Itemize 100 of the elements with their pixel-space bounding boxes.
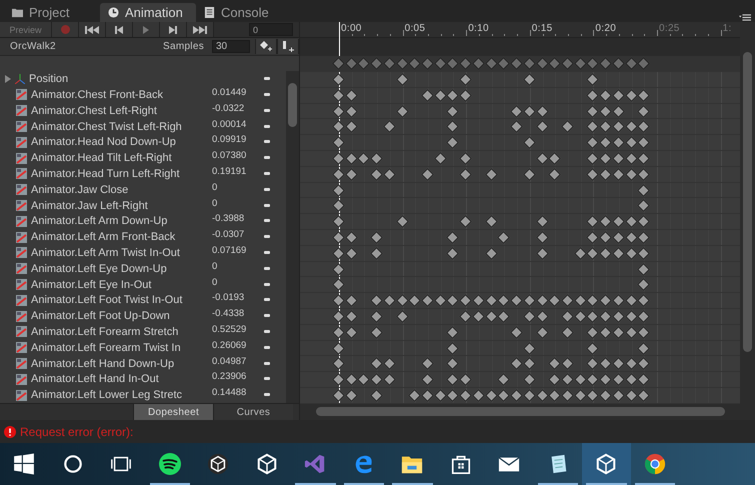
summary-keyframe[interactable] — [446, 57, 460, 70]
keyframe[interactable] — [536, 310, 548, 323]
keyframe[interactable] — [421, 373, 434, 386]
playhead-line[interactable] — [339, 22, 340, 404]
keyframe[interactable] — [612, 136, 625, 150]
keyframe[interactable] — [586, 357, 600, 370]
keyframe[interactable] — [624, 136, 638, 150]
summary-keyframe[interactable] — [624, 57, 638, 70]
keyframe[interactable] — [599, 357, 612, 370]
keyframe[interactable] — [612, 120, 625, 134]
keyframe[interactable] — [484, 246, 498, 260]
keyframe[interactable] — [637, 342, 650, 354]
keyframe[interactable] — [561, 373, 574, 386]
property-name[interactable]: Animator.Head Turn Left-Right — [31, 168, 213, 180]
keyframe[interactable] — [498, 294, 510, 308]
expand-arrow-icon[interactable] — [5, 75, 11, 84]
summary-keyframe[interactable] — [383, 57, 396, 70]
keyframe[interactable] — [586, 152, 600, 165]
keyframe[interactable] — [586, 310, 600, 323]
keyframe[interactable] — [586, 104, 600, 118]
keyframe[interactable] — [446, 357, 460, 370]
panel-tab[interactable]: Project — [4, 3, 100, 22]
keyframe[interactable] — [459, 310, 472, 323]
keyframe[interactable] — [536, 246, 548, 260]
property-value[interactable]: -0.0322 — [212, 102, 244, 114]
keyframe[interactable] — [522, 104, 536, 118]
keyframe[interactable] — [472, 389, 485, 402]
property-value[interactable]: -0.4338 — [212, 308, 244, 320]
keyframe[interactable] — [344, 389, 358, 402]
time-ruler[interactable]: 0:00 0:05 0:10 0:15 0:20 0:25 1: — [300, 22, 740, 38]
keyframe[interactable] — [522, 136, 536, 150]
keyframe[interactable] — [459, 73, 472, 86]
property-name[interactable]: Animator.Jaw Close — [31, 184, 213, 196]
property-value[interactable]: 0.07380 — [212, 150, 246, 162]
property-name[interactable]: Position — [29, 73, 211, 86]
keyframe[interactable] — [370, 231, 384, 244]
keyframe[interactable] — [536, 104, 548, 118]
keyframe[interactable] — [446, 231, 460, 244]
property-name[interactable]: Animator.Left Forearm Stretch — [31, 326, 213, 338]
property-name[interactable]: Animator.Chest Left-Right — [31, 104, 213, 117]
summary-keyframe[interactable] — [434, 57, 447, 70]
property-name[interactable]: Animator.Left Arm Front-Back — [31, 231, 213, 244]
play-button[interactable] — [133, 22, 160, 37]
add-keyframe-button[interactable] — [255, 38, 277, 54]
keyframe[interactable] — [586, 168, 600, 181]
keyframe[interactable] — [599, 215, 612, 228]
keyframe[interactable] — [586, 120, 600, 134]
keyframe[interactable] — [332, 357, 345, 370]
keyframe[interactable] — [522, 168, 536, 181]
keyframe[interactable] — [396, 215, 408, 228]
keyframe[interactable] — [383, 294, 396, 308]
key-toggle-icon[interactable] — [264, 140, 270, 144]
summary-keyframe[interactable] — [536, 57, 548, 70]
key-toggle-icon[interactable] — [264, 282, 270, 286]
keyframe[interactable] — [637, 88, 650, 102]
keyframe[interactable] — [522, 389, 536, 402]
keyframe[interactable] — [548, 357, 562, 370]
property-value[interactable]: 0.00014 — [212, 118, 246, 130]
keyframe[interactable] — [510, 294, 523, 308]
summary-keyframe[interactable] — [484, 57, 498, 70]
keyframe[interactable] — [612, 246, 625, 260]
keyframe[interactable] — [408, 389, 422, 402]
key-toggle-icon[interactable] — [264, 219, 270, 222]
summary-keyframe[interactable] — [370, 57, 384, 70]
keyframe[interactable] — [536, 231, 548, 244]
keyframe[interactable] — [383, 373, 396, 386]
samples-field[interactable]: 30 — [212, 40, 250, 53]
key-toggle-icon[interactable] — [264, 346, 270, 349]
keyframe[interactable] — [536, 215, 548, 228]
property-name[interactable]: Animator.Left Hand Down-Up — [31, 358, 213, 370]
keyframe[interactable] — [446, 88, 460, 102]
keyframe[interactable] — [434, 152, 447, 165]
keyframe[interactable] — [574, 389, 587, 402]
keyframe[interactable] — [536, 152, 548, 165]
keyframe[interactable] — [637, 120, 650, 134]
property-value[interactable]: 0.19191 — [212, 166, 246, 178]
property-value[interactable]: 0.14488 — [212, 387, 246, 398]
summary-keyframe[interactable] — [408, 57, 422, 70]
property-value[interactable]: 0.09919 — [212, 134, 246, 146]
keyframe[interactable] — [522, 373, 536, 386]
keyframe[interactable] — [472, 294, 485, 308]
keyframe[interactable] — [498, 310, 510, 323]
keyframe[interactable] — [370, 310, 384, 323]
keyframe[interactable] — [637, 262, 650, 276]
property-value[interactable]: 0.52529 — [212, 324, 246, 336]
keyframe[interactable] — [637, 136, 650, 150]
keyframe[interactable] — [332, 215, 345, 228]
keyframe[interactable] — [624, 88, 638, 102]
keyframe[interactable] — [396, 104, 408, 118]
keyframe[interactable] — [637, 373, 650, 386]
key-toggle-icon[interactable] — [264, 108, 270, 112]
keyframe[interactable] — [370, 389, 384, 402]
keyframe[interactable] — [459, 389, 472, 402]
keyframe[interactable] — [637, 168, 650, 181]
keyframe[interactable] — [624, 231, 638, 244]
keyframe[interactable] — [561, 294, 574, 308]
keyframe[interactable] — [332, 184, 345, 196]
keyframe[interactable] — [498, 231, 510, 244]
summary-keyframe[interactable] — [472, 57, 485, 70]
property-name[interactable]: Animator.Left Arm Twist In-Out — [31, 246, 213, 259]
